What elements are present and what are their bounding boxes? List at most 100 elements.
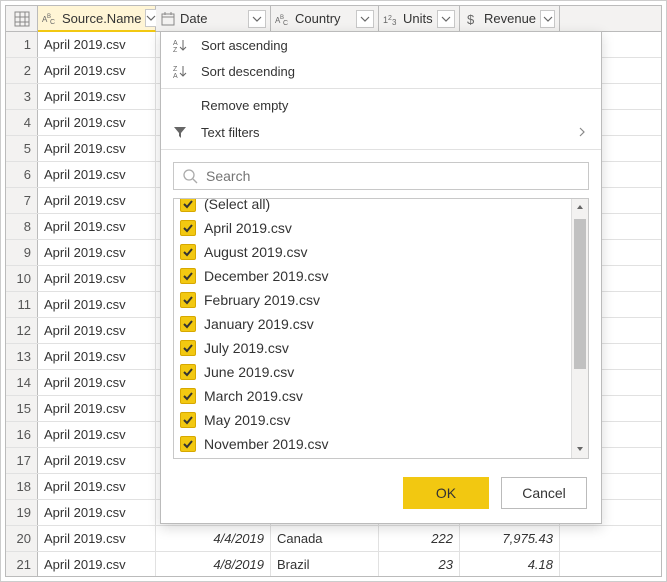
filter-value-item[interactable]: July 2019.csv	[180, 336, 565, 360]
cell-source[interactable]: April 2019.csv	[38, 214, 156, 239]
row-number[interactable]: 13	[6, 344, 38, 369]
filter-dropdown-button[interactable]	[248, 10, 266, 28]
row-number[interactable]: 14	[6, 370, 38, 395]
column-header-revenue[interactable]: $ Revenue	[460, 6, 560, 31]
chevron-down-icon	[441, 14, 451, 24]
row-number[interactable]: 1	[6, 32, 38, 57]
cell-source[interactable]: April 2019.csv	[38, 84, 156, 109]
filter-value-item[interactable]: November 2019.csv	[180, 432, 565, 456]
checkbox-checked-icon[interactable]	[180, 340, 196, 356]
row-number[interactable]: 18	[6, 474, 38, 499]
cell-source[interactable]: April 2019.csv	[38, 474, 156, 499]
cell-source[interactable]: April 2019.csv	[38, 396, 156, 421]
row-number[interactable]: 2	[6, 58, 38, 83]
cell-source[interactable]: April 2019.csv	[38, 266, 156, 291]
checkbox-checked-icon[interactable]	[180, 388, 196, 404]
checkbox-checked-icon[interactable]	[180, 436, 196, 452]
row-number[interactable]: 9	[6, 240, 38, 265]
filter-value-item[interactable]: (Select all)	[180, 199, 565, 216]
cell-source[interactable]: April 2019.csv	[38, 162, 156, 187]
filter-value-item[interactable]: December 2019.csv	[180, 264, 565, 288]
table-row[interactable]: 21April 2019.csv4/8/2019Brazil234.18	[6, 552, 661, 576]
column-header-units[interactable]: 123 Units	[379, 6, 460, 31]
checkbox-checked-icon[interactable]	[180, 412, 196, 428]
row-number[interactable]: 21	[6, 552, 38, 576]
cell-source[interactable]: April 2019.csv	[38, 136, 156, 161]
cell-source[interactable]: April 2019.csv	[38, 188, 156, 213]
cell-source[interactable]: April 2019.csv	[38, 318, 156, 343]
ok-button[interactable]: OK	[403, 477, 489, 509]
filter-value-item[interactable]: April 2019.csv	[180, 216, 565, 240]
column-label: Country	[295, 11, 341, 26]
row-number[interactable]: 5	[6, 136, 38, 161]
row-number[interactable]: 10	[6, 266, 38, 291]
scroll-up-arrow[interactable]	[572, 199, 588, 216]
text-filters-item[interactable]: Text filters	[161, 119, 601, 145]
cell-source[interactable]: April 2019.csv	[38, 344, 156, 369]
checkbox-checked-icon[interactable]	[180, 268, 196, 284]
filter-value-item[interactable]: January 2019.csv	[180, 312, 565, 336]
table-row[interactable]: 20April 2019.csv4/4/2019Canada2227,975.4…	[6, 526, 661, 552]
cell-date[interactable]: 4/4/2019	[156, 526, 271, 551]
table-corner[interactable]	[6, 6, 38, 31]
column-header-country[interactable]: ABC Country	[271, 6, 379, 31]
scroll-thumb[interactable]	[574, 219, 586, 369]
filter-dropdown-button[interactable]	[540, 10, 555, 28]
row-number[interactable]: 11	[6, 292, 38, 317]
checkbox-checked-icon[interactable]	[180, 199, 196, 212]
row-number[interactable]: 16	[6, 422, 38, 447]
search-input[interactable]	[206, 168, 580, 184]
cell-source[interactable]: April 2019.csv	[38, 370, 156, 395]
cancel-button[interactable]: Cancel	[501, 477, 587, 509]
cell-revenue[interactable]: 4.18	[460, 552, 560, 576]
column-header-date[interactable]: Date	[156, 6, 271, 31]
cell-source[interactable]: April 2019.csv	[38, 292, 156, 317]
cell-units[interactable]: 222	[379, 526, 460, 551]
row-number[interactable]: 15	[6, 396, 38, 421]
filter-value-label: November 2019.csv	[204, 436, 329, 452]
cell-source[interactable]: April 2019.csv	[38, 110, 156, 135]
search-box[interactable]	[173, 162, 589, 190]
cell-date[interactable]: 4/8/2019	[156, 552, 271, 576]
row-number[interactable]: 6	[6, 162, 38, 187]
filter-value-item[interactable]: August 2019.csv	[180, 240, 565, 264]
filter-value-item[interactable]: May 2019.csv	[180, 408, 565, 432]
row-number[interactable]: 19	[6, 500, 38, 525]
checkbox-checked-icon[interactable]	[180, 316, 196, 332]
row-number[interactable]: 20	[6, 526, 38, 551]
sort-ascending-item[interactable]: AZ Sort ascending	[161, 32, 601, 58]
cell-revenue[interactable]: 7,975.43	[460, 526, 560, 551]
cell-source[interactable]: April 2019.csv	[38, 58, 156, 83]
cell-country[interactable]: Brazil	[271, 552, 379, 576]
chevron-down-icon	[252, 14, 262, 24]
filter-value-item[interactable]: June 2019.csv	[180, 360, 565, 384]
checkbox-checked-icon[interactable]	[180, 244, 196, 260]
row-number[interactable]: 8	[6, 214, 38, 239]
filter-value-item[interactable]: February 2019.csv	[180, 288, 565, 312]
cell-source[interactable]: April 2019.csv	[38, 552, 156, 576]
cell-source[interactable]: April 2019.csv	[38, 32, 156, 57]
filter-dropdown-button[interactable]	[437, 10, 455, 28]
cell-units[interactable]: 23	[379, 552, 460, 576]
checkbox-checked-icon[interactable]	[180, 364, 196, 380]
row-number[interactable]: 17	[6, 448, 38, 473]
cell-source[interactable]: April 2019.csv	[38, 422, 156, 447]
cell-source[interactable]: April 2019.csv	[38, 526, 156, 551]
cell-source[interactable]: April 2019.csv	[38, 240, 156, 265]
row-number[interactable]: 7	[6, 188, 38, 213]
cell-source[interactable]: April 2019.csv	[38, 500, 156, 525]
scrollbar[interactable]	[571, 199, 588, 458]
remove-empty-item[interactable]: Remove empty	[161, 93, 601, 119]
filter-value-item[interactable]: March 2019.csv	[180, 384, 565, 408]
cell-country[interactable]: Canada	[271, 526, 379, 551]
filter-dropdown-button[interactable]	[356, 10, 374, 28]
column-header-source[interactable]: ABC Source.Name	[38, 6, 156, 32]
row-number[interactable]: 12	[6, 318, 38, 343]
row-number[interactable]: 4	[6, 110, 38, 135]
checkbox-checked-icon[interactable]	[180, 220, 196, 236]
scroll-down-arrow[interactable]	[572, 441, 588, 458]
sort-descending-item[interactable]: ZA Sort descending	[161, 58, 601, 84]
row-number[interactable]: 3	[6, 84, 38, 109]
cell-source[interactable]: April 2019.csv	[38, 448, 156, 473]
checkbox-checked-icon[interactable]	[180, 292, 196, 308]
